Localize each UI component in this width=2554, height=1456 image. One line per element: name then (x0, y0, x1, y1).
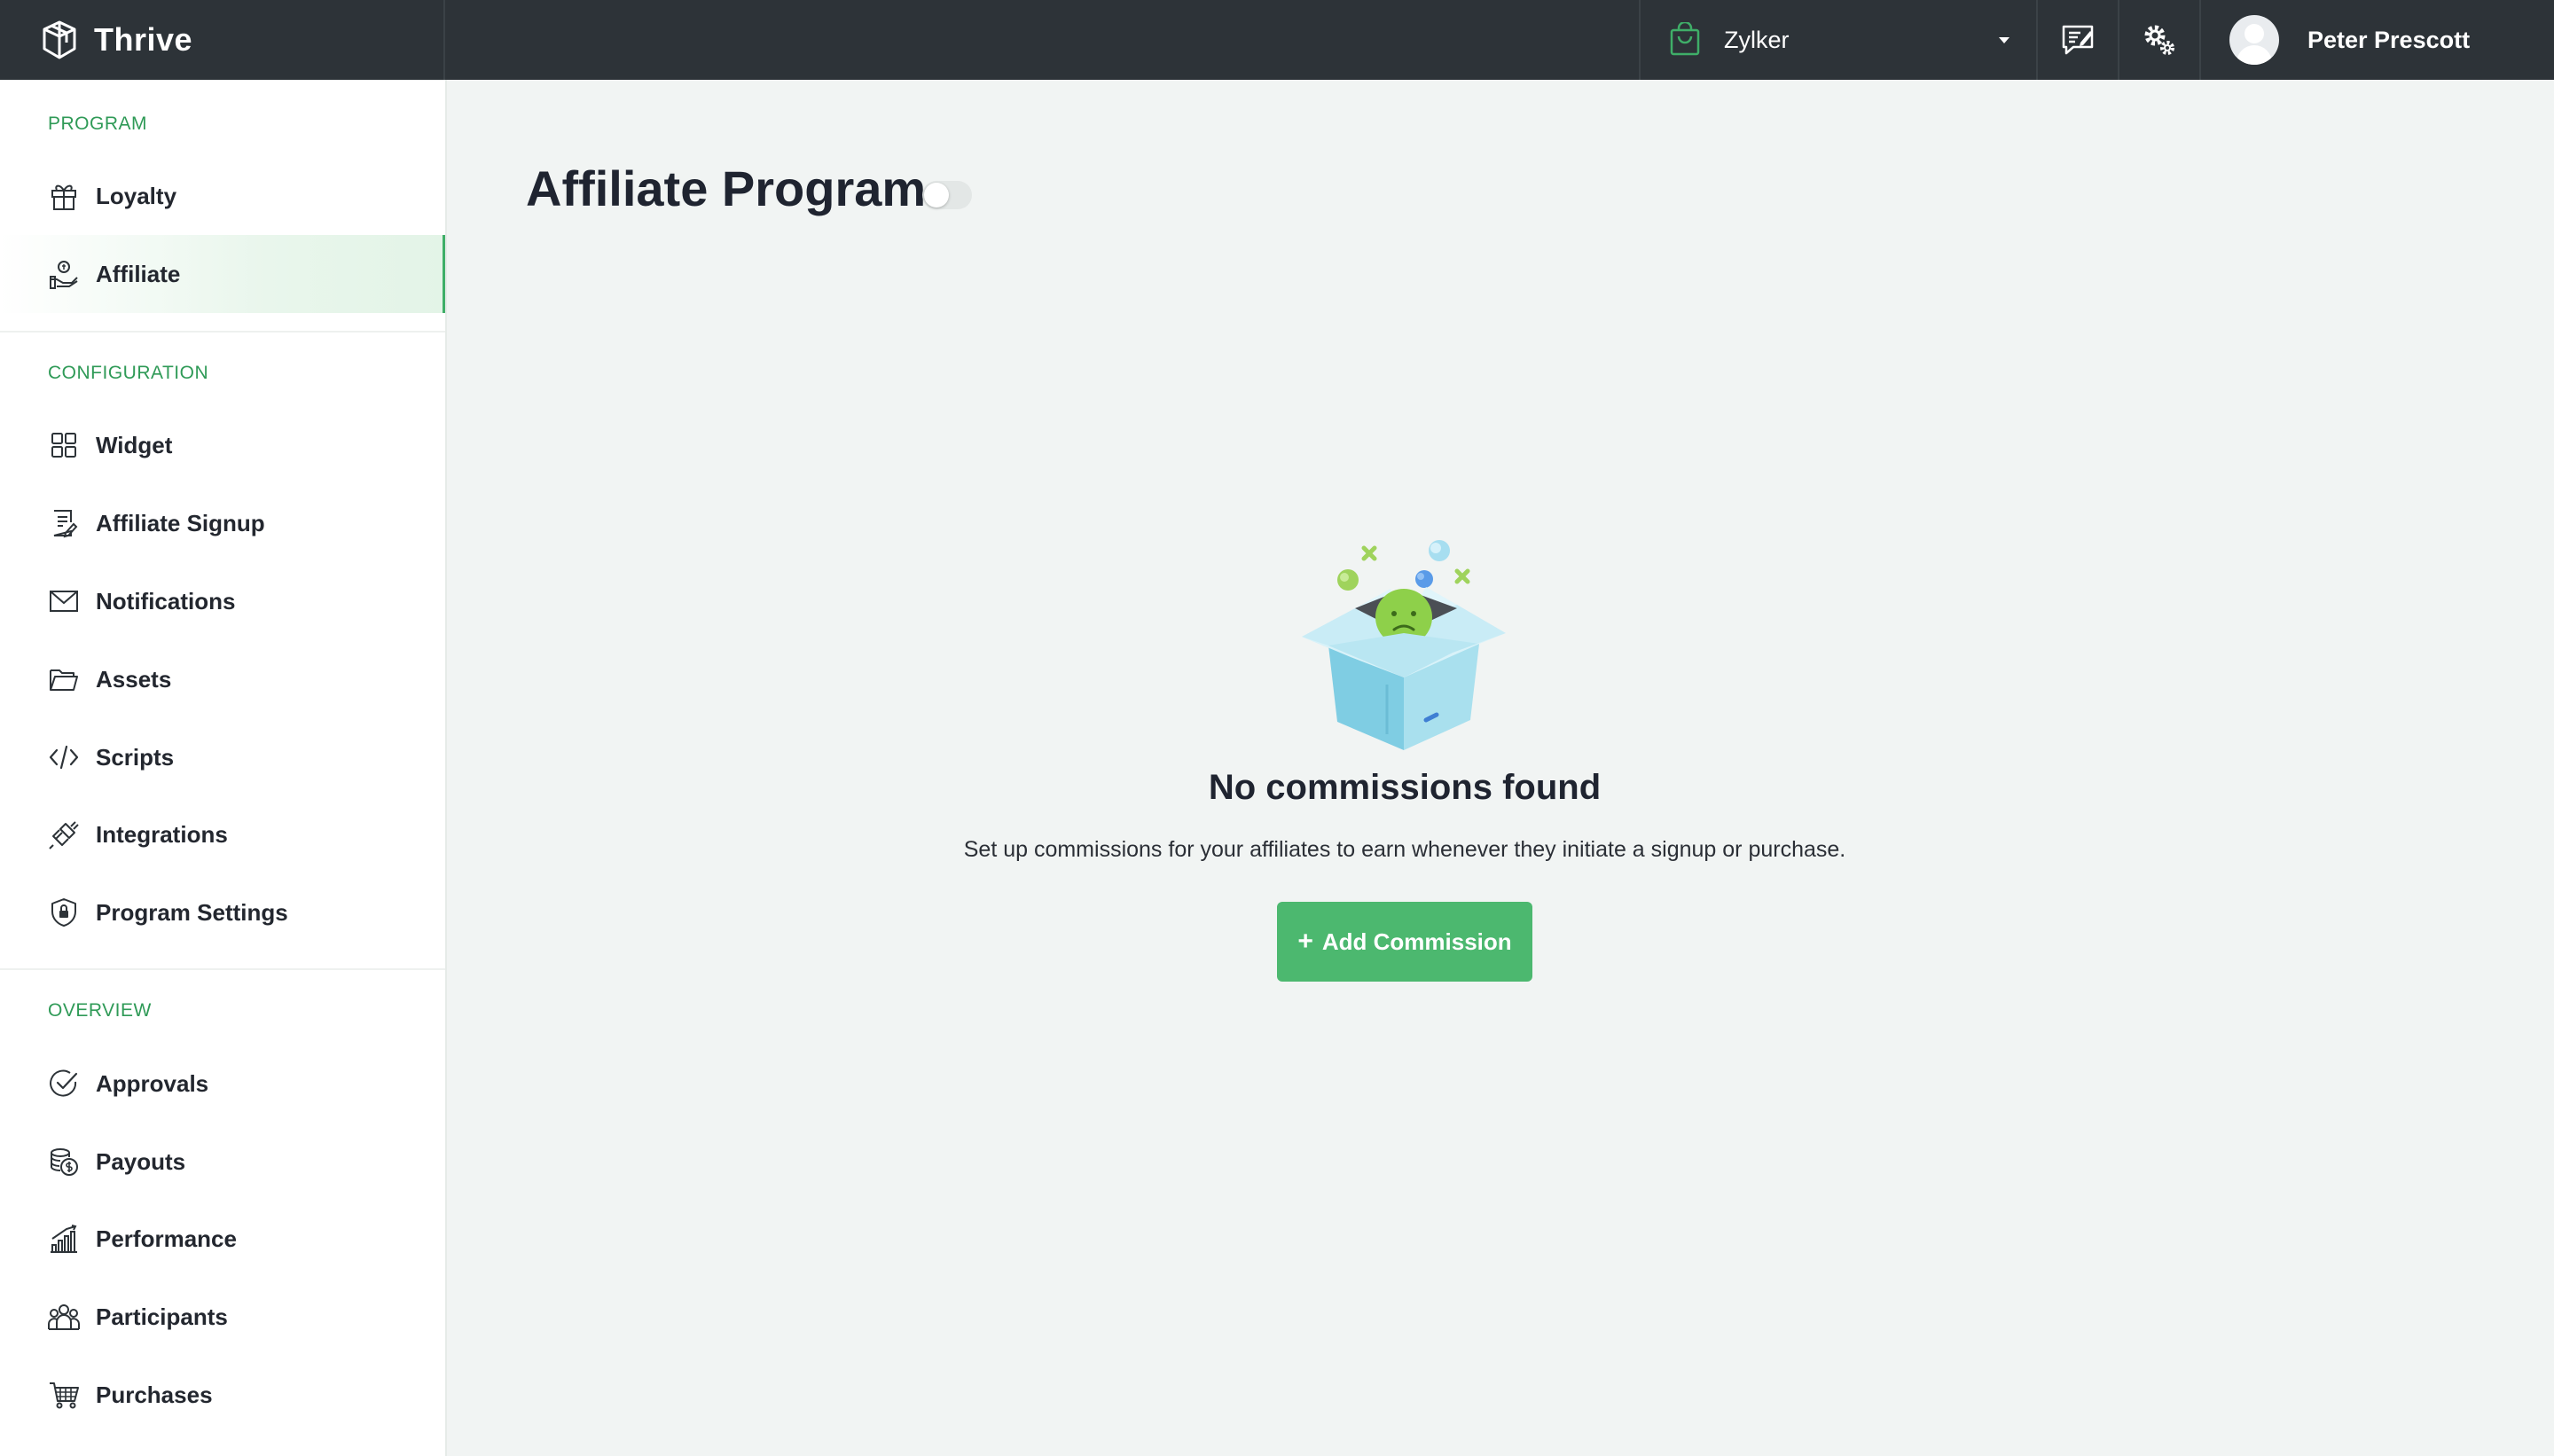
gift-icon (48, 180, 80, 212)
sidebar-item-label: Participants (96, 1303, 228, 1330)
top-bar: Thrive Zylker Peter Prescott (0, 0, 2554, 80)
bar-chart-icon (48, 1223, 80, 1255)
sidebar-item-purchases[interactable]: Purchases (0, 1356, 445, 1434)
people-icon (48, 1301, 80, 1333)
cart-icon (48, 1379, 80, 1411)
sidebar-item-label: Affiliate Signup (96, 509, 265, 536)
avatar[interactable] (2229, 15, 2279, 65)
sidebar-item-label: Program Settings (96, 898, 288, 926)
sidebar-item-loyalty[interactable]: Loyalty (0, 157, 445, 235)
page-title: Affiliate Program (526, 160, 927, 216)
check-circle-icon (48, 1068, 80, 1100)
envelope-icon (48, 585, 80, 617)
sidebar-item-affiliate[interactable]: Affiliate (0, 235, 445, 313)
empty-state-title: No commissions found (1208, 768, 1602, 807)
sidebar-item-label: Loyalty (96, 182, 177, 209)
section-label-overview: OVERVIEW (48, 1000, 152, 1021)
empty-box-illustration (1302, 540, 1506, 750)
sidebar-item-label: Performance (96, 1225, 237, 1252)
add-commission-button[interactable]: + Add Commission (1277, 902, 1532, 982)
toggle-knob (924, 183, 949, 207)
shield-lock-icon (48, 896, 80, 928)
sidebar-item-widget[interactable]: Widget (0, 406, 445, 484)
sidebar-item-label: Widget (96, 431, 173, 458)
feedback-button[interactable] (2038, 0, 2119, 80)
sidebar-item-notifications[interactable]: Notifications (0, 562, 445, 640)
sidebar-divider (0, 968, 445, 970)
sidebar-item-affiliate-signup[interactable]: Affiliate Signup (0, 484, 445, 562)
affiliate-icon (48, 258, 80, 290)
sidebar-item-label: Payouts (96, 1147, 186, 1175)
user-name: Peter Prescott (2307, 26, 2471, 53)
sidebar-item-assets[interactable]: Assets (0, 640, 445, 718)
code-icon (48, 741, 80, 773)
sidebar-item-label: Purchases (96, 1381, 213, 1408)
sidebar-divider (0, 331, 445, 333)
add-commission-label: Add Commission (1321, 928, 1512, 955)
sidebar-item-approvals[interactable]: Approvals (0, 1045, 445, 1123)
sidebar-item-payouts[interactable]: Payouts (0, 1123, 445, 1201)
settings-button[interactable] (2119, 0, 2201, 80)
folder-icon (48, 663, 80, 695)
store-bag-icon (1670, 22, 1700, 56)
sidebar-item-program-settings[interactable]: Program Settings (0, 873, 445, 951)
signup-form-icon (48, 507, 80, 539)
sidebar-item-label: Affiliate (96, 260, 181, 287)
grid-icon (48, 429, 80, 461)
empty-state-description: Set up commissions for your affiliates t… (963, 837, 1846, 862)
sidebar-item-label: Notifications (96, 587, 236, 614)
sidebar-item-label: Integrations (96, 820, 228, 848)
sidebar-item-scripts[interactable]: Scripts (0, 718, 445, 796)
org-name: Zylker (1724, 26, 1790, 53)
sidebar-item-integrations[interactable]: Integrations (0, 795, 445, 873)
sidebar-item-label: Assets (96, 665, 172, 693)
sidebar-item-label: Approvals (96, 1069, 209, 1097)
thrive-logo-icon (43, 20, 76, 59)
sidebar-item-performance[interactable]: Performance (0, 1200, 445, 1278)
sidebar-item-participants[interactable]: Participants (0, 1278, 445, 1356)
gears-icon (2144, 25, 2174, 55)
section-label-configuration: CONFIGURATION (48, 363, 209, 383)
coins-icon (48, 1146, 80, 1178)
org-selector[interactable]: Zylker (1639, 0, 2038, 80)
sidebar-item-label: Scripts (96, 743, 175, 771)
feedback-chat-icon (2062, 25, 2094, 55)
app-name: Thrive (94, 21, 193, 58)
plus-icon: + (1297, 927, 1313, 956)
plug-icon (48, 818, 80, 850)
program-enable-toggle[interactable] (922, 181, 972, 209)
chevron-down-icon (1999, 36, 2010, 43)
sidebar: PROGRAM Loyalty Affiliate CONFIGURATION … (0, 80, 447, 1456)
brand[interactable]: Thrive (0, 0, 445, 80)
user-menu[interactable]: Peter Prescott (2201, 0, 2470, 80)
section-label-program: PROGRAM (48, 114, 148, 134)
